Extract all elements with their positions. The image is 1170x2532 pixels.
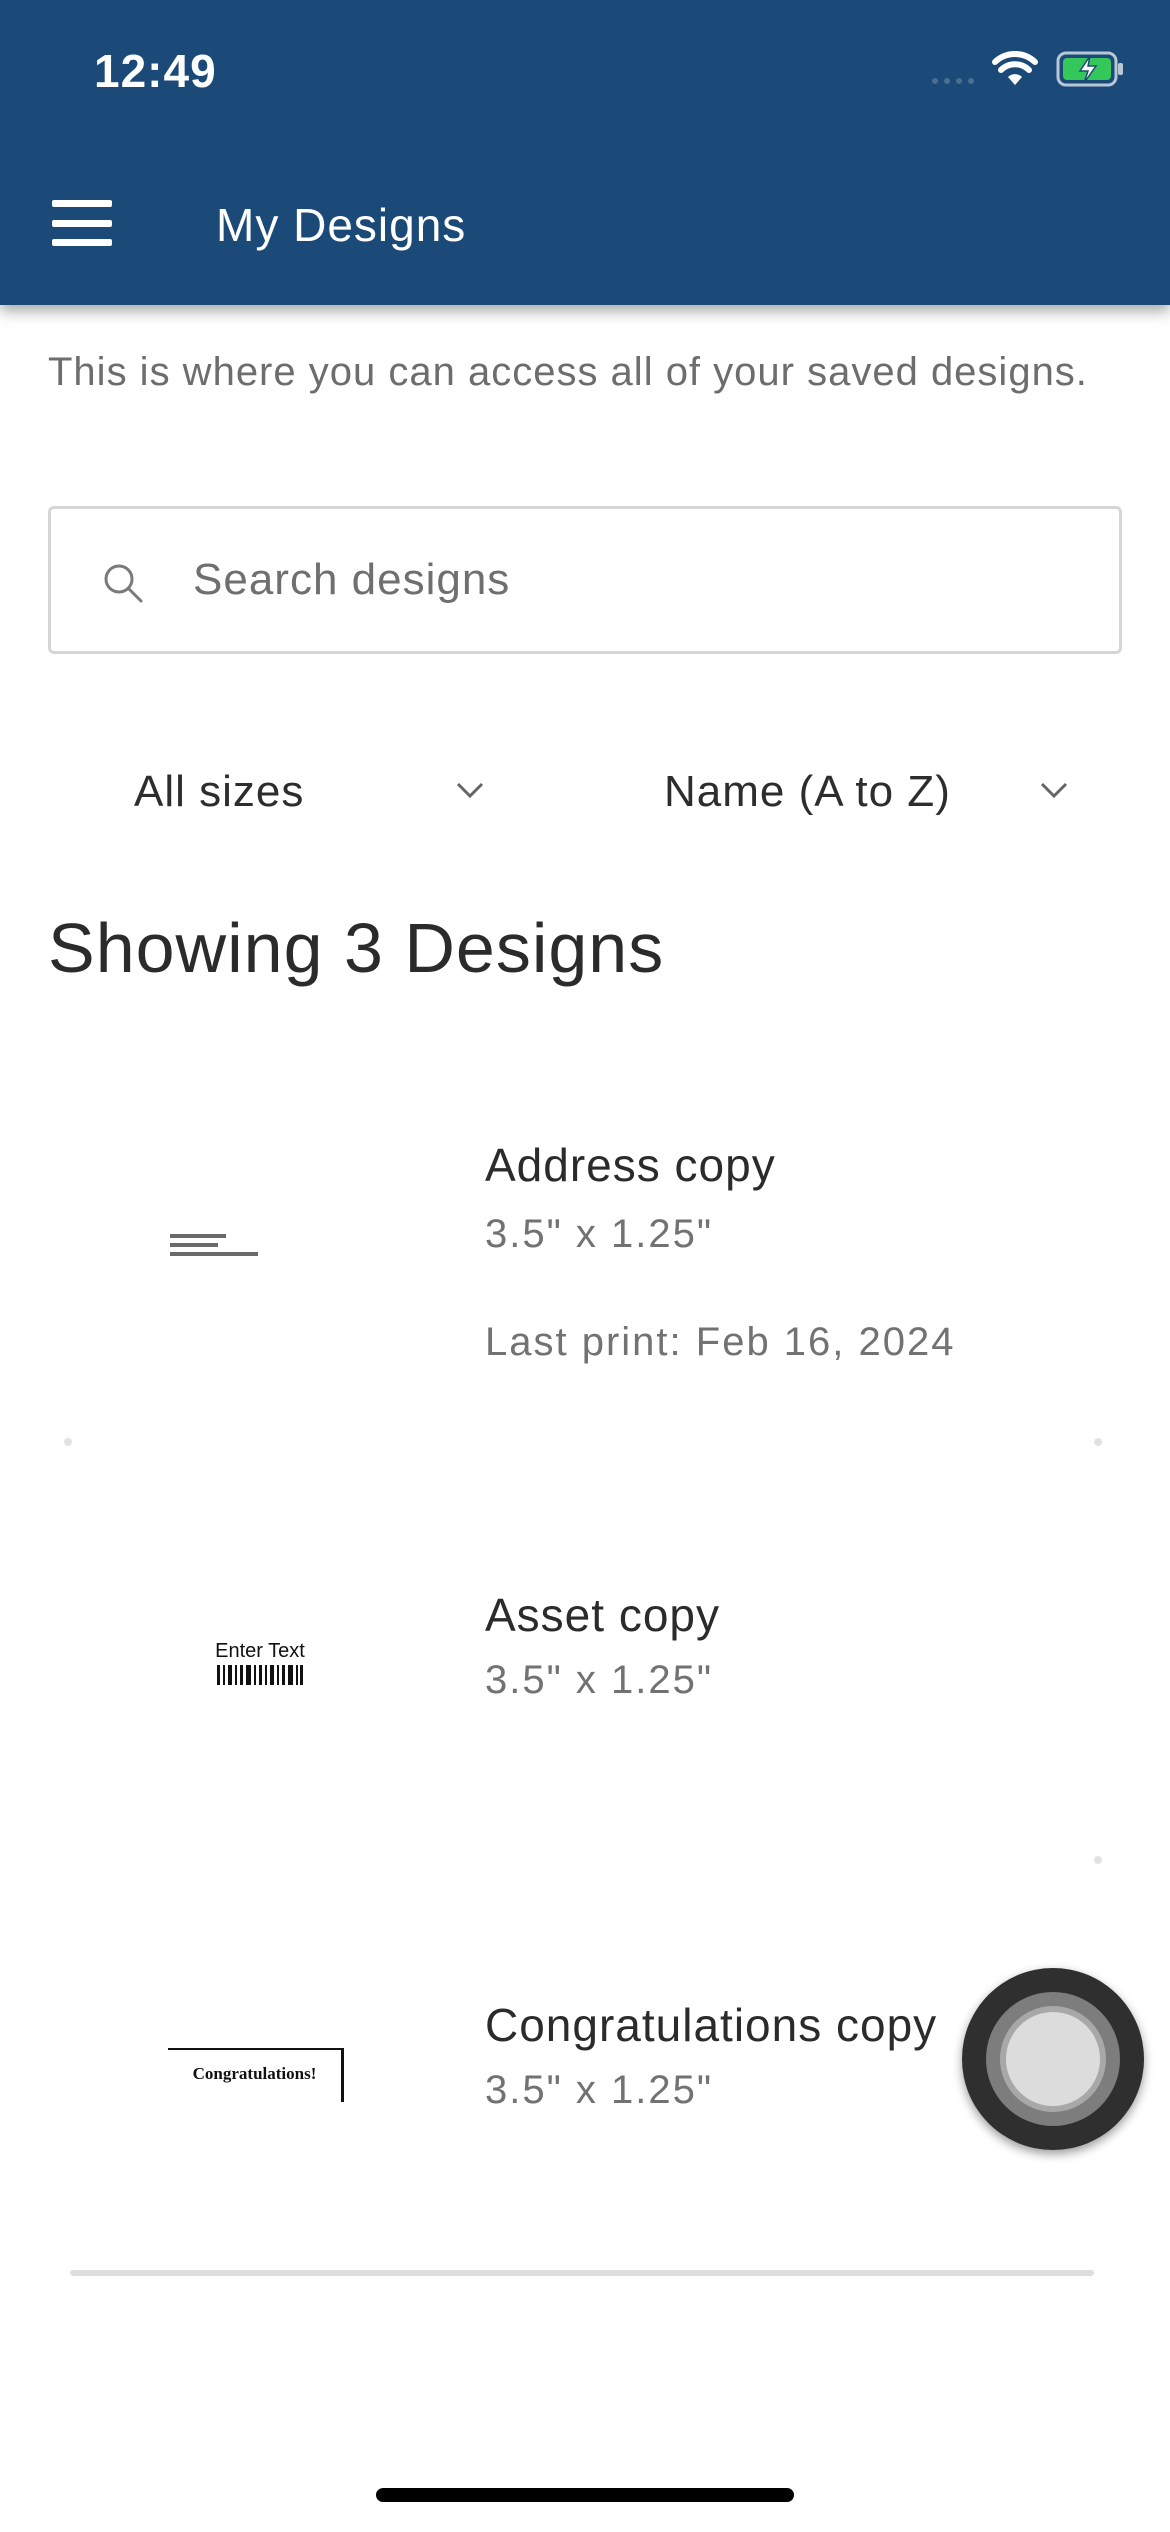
search-icon xyxy=(104,564,143,603)
chevron-down-icon xyxy=(1040,782,1068,799)
design-thumbnail xyxy=(170,1234,258,1256)
menu-bar-icon xyxy=(52,239,112,246)
design-size: 3.5" x 1.25" xyxy=(485,1212,714,1256)
sort-dropdown[interactable]: Name (A to Z) xyxy=(664,752,1084,832)
app-bar: 12:49 My Designs xyxy=(0,0,1170,305)
menu-bar-icon xyxy=(52,200,112,207)
last-print-date: Last print: Feb 16, 2024 xyxy=(485,1320,956,1364)
search-input[interactable] xyxy=(193,509,1093,651)
wifi-icon xyxy=(992,51,1038,85)
search-box[interactable] xyxy=(48,506,1122,654)
size-filter-label: All sizes xyxy=(134,767,305,816)
design-card[interactable]: Congratulations! Congratulations copy 3.… xyxy=(48,1960,1122,2260)
list-divider xyxy=(70,2270,1094,2276)
design-size: 3.5" x 1.25" xyxy=(485,1658,714,1702)
home-indicator[interactable] xyxy=(376,2488,794,2502)
cellular-signal-icon xyxy=(932,54,974,84)
assistive-touch-center xyxy=(1000,2006,1106,2112)
hamburger-menu-button[interactable] xyxy=(52,200,112,246)
status-icons xyxy=(932,50,1126,88)
results-heading: Showing 3 Designs xyxy=(48,909,665,987)
design-card[interactable]: Address copy 3.5" x 1.25" Last print: Fe… xyxy=(48,1080,1122,1446)
card-corner-dot xyxy=(1094,1438,1102,1446)
page-title: My Designs xyxy=(216,199,467,251)
battery-charging-icon xyxy=(1056,51,1123,87)
assistive-touch-button[interactable] xyxy=(962,1968,1144,2150)
design-name: Asset copy xyxy=(485,1589,720,1641)
design-name: Address copy xyxy=(485,1139,776,1191)
thumbnail-text: Congratulations! xyxy=(192,2064,317,2083)
size-filter-dropdown[interactable]: All sizes xyxy=(134,752,494,832)
design-name: Congratulations copy xyxy=(485,1999,938,2051)
status-time: 12:49 xyxy=(94,45,217,97)
card-corner-dot xyxy=(1094,1856,1102,1864)
barcode-icon xyxy=(217,1665,303,1685)
design-card[interactable]: Enter Text Asset copy 3.5" x 1.25" xyxy=(48,1540,1122,1900)
design-thumbnail: Enter Text xyxy=(200,1640,320,1685)
page-description: This is where you can access all of your… xyxy=(48,350,1088,394)
chevron-down-icon xyxy=(456,782,484,799)
thumbnail-text: Enter Text xyxy=(215,1640,305,1662)
menu-bar-icon xyxy=(52,219,112,227)
design-size: 3.5" x 1.25" xyxy=(485,2068,714,2112)
card-corner-dot xyxy=(64,1438,72,1446)
design-thumbnail: Congratulations! xyxy=(168,2048,344,2102)
sort-label: Name (A to Z) xyxy=(664,767,951,816)
